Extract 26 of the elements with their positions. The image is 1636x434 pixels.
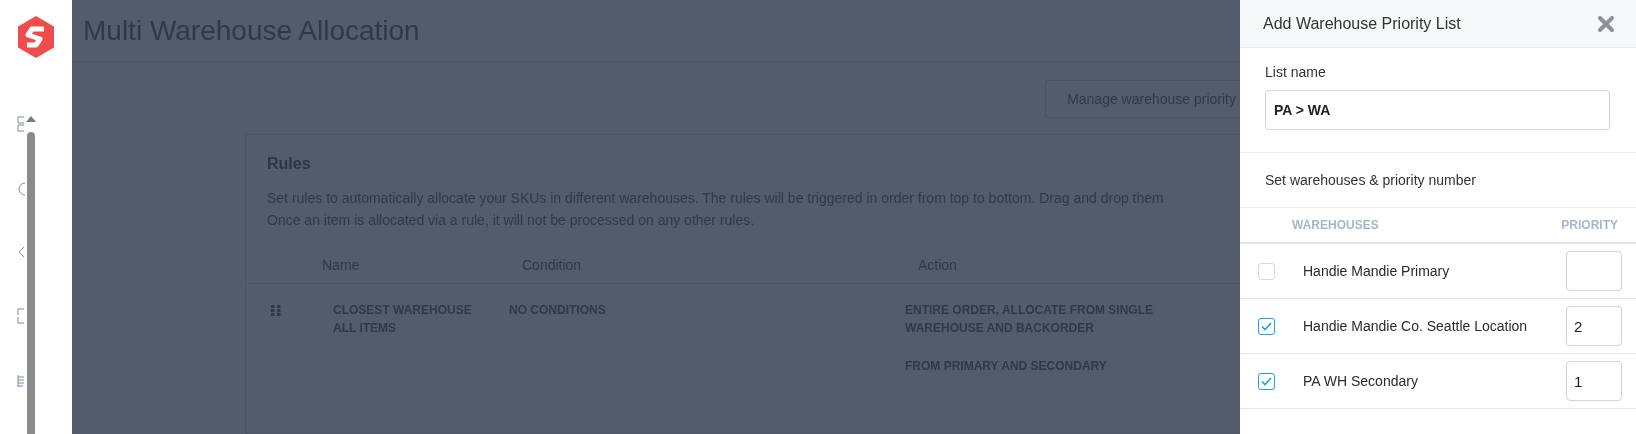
link-icon[interactable] bbox=[17, 308, 25, 324]
section-label: Set warehouses & priority number bbox=[1265, 172, 1477, 188]
drawer-title: Add Warehouse Priority List bbox=[1263, 14, 1461, 33]
warehouse-name: Handie Mandie Primary bbox=[1303, 263, 1451, 279]
scroll-up-icon[interactable] bbox=[26, 116, 36, 122]
grid-icon[interactable] bbox=[17, 116, 25, 132]
chevron-icon[interactable] bbox=[17, 246, 25, 258]
check-icon bbox=[1261, 321, 1272, 331]
priority-field[interactable] bbox=[1566, 251, 1622, 291]
list-name-field[interactable]: PA > WA bbox=[1265, 90, 1610, 130]
close-button[interactable] bbox=[1598, 15, 1614, 32]
logo-icon bbox=[16, 14, 56, 60]
priority-field[interactable]: 1 bbox=[1566, 361, 1622, 401]
warehouse-name: PA WH Secondary bbox=[1303, 373, 1419, 389]
clock-icon[interactable] bbox=[17, 182, 25, 196]
column-header: PRIORITY bbox=[1561, 218, 1618, 232]
field-label: List name bbox=[1265, 64, 1327, 80]
list-icon[interactable] bbox=[17, 374, 25, 388]
checkbox[interactable] bbox=[1258, 372, 1275, 390]
column-header: WAREHOUSES bbox=[1292, 218, 1379, 232]
checkbox[interactable] bbox=[1258, 317, 1275, 335]
drag-handle-icon[interactable] bbox=[270, 304, 282, 316]
scrollbar-thumb[interactable] bbox=[27, 132, 35, 434]
priority-field[interactable]: 2 bbox=[1566, 306, 1622, 346]
warehouse-name: Handie Mandie Co. Seattle Location bbox=[1303, 318, 1529, 334]
check-icon bbox=[1261, 376, 1272, 386]
